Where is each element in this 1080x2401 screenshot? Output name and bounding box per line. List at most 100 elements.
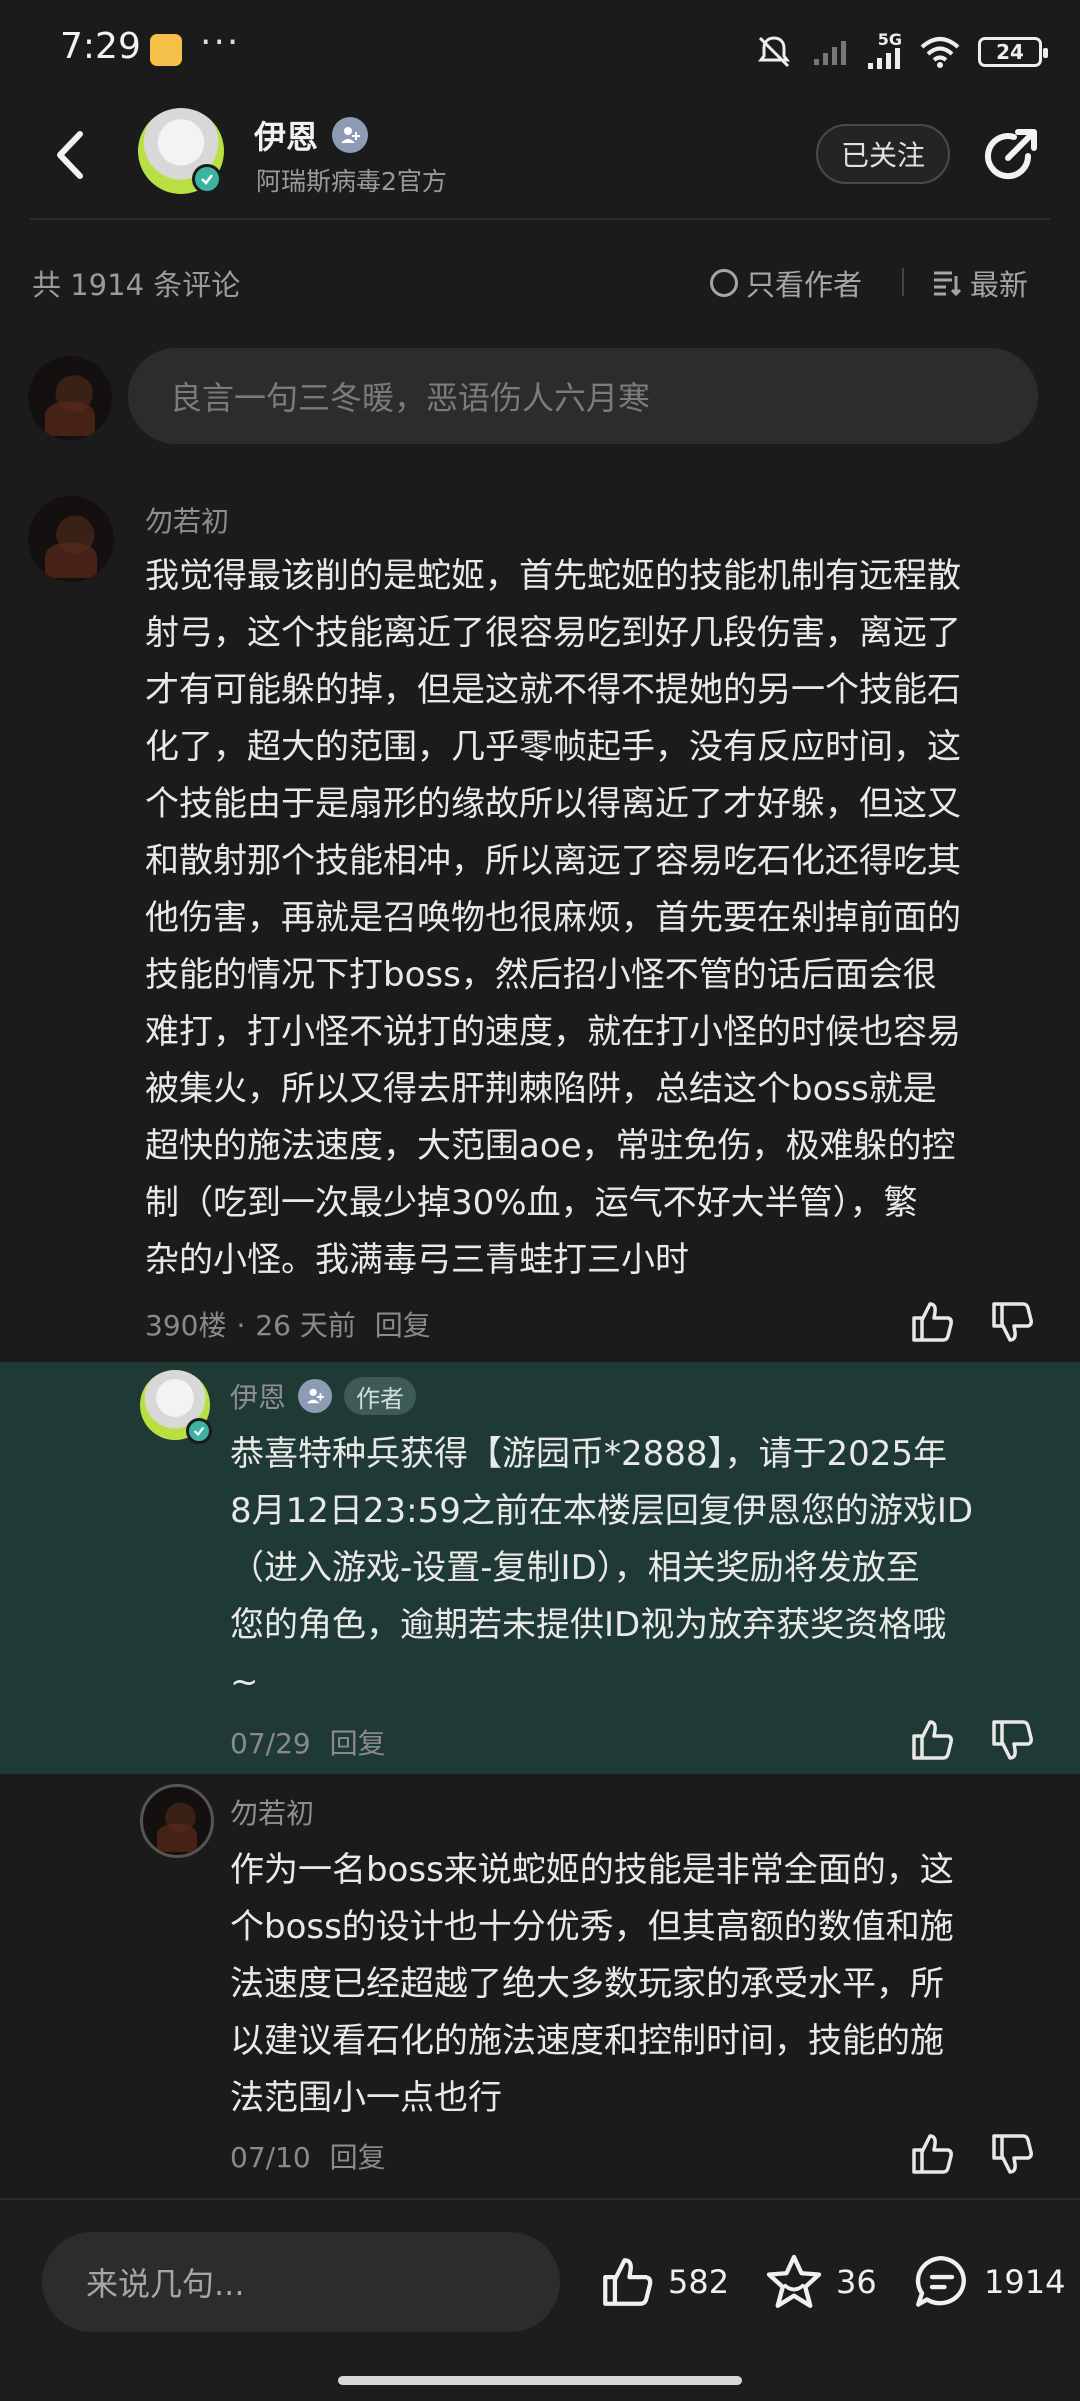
reply-dislike-button[interactable] <box>988 1716 1036 1764</box>
share-icon <box>985 129 1037 180</box>
wifi-icon <box>920 37 960 68</box>
reply2-name[interactable]: 勿若初 <box>230 1792 314 1832</box>
reply2-avatar[interactable] <box>140 1784 214 1858</box>
reply2-like-button[interactable] <box>908 2130 956 2178</box>
star-icon <box>766 2254 822 2308</box>
commenter-avatar[interactable] <box>28 496 114 582</box>
reply-verified-badge-icon <box>186 1418 212 1444</box>
reply-link[interactable]: 回复 <box>375 1309 431 1342</box>
comment-count-bottom: 1914 <box>984 2263 1066 2301</box>
more-notifications-icon: ··· <box>200 22 241 63</box>
comment-count: 共 1914 条评论 <box>32 268 241 302</box>
meta-dot: · <box>236 1309 246 1342</box>
text-line: ~ <box>230 1662 259 1702</box>
text-line: 个技能由于是扇形的缘故所以得离近了才好躲，但这又 <box>145 784 961 824</box>
reply-author-name[interactable]: 伊恩 <box>230 1376 286 1416</box>
author-subtitle: 阿瑞斯病毒2官方 <box>256 167 447 196</box>
comment-input[interactable]: 良言一句三冬暖，恶语伤人六月寒 <box>128 348 1038 444</box>
text-line: 恭喜特种兵获得【游园币*2888】，请于2025年 <box>230 1434 948 1474</box>
thumbs-up-icon <box>603 2258 653 2306</box>
thumbs-up-icon <box>912 1720 953 1760</box>
author-name: 伊恩 <box>254 118 319 156</box>
dislike-button[interactable] <box>988 1298 1036 1346</box>
text-line: （进入游戏-设置-复制ID），相关奖励将发放至 <box>230 1548 920 1588</box>
signal-5g: 5G <box>866 30 902 71</box>
bottom-comment-button[interactable]: 1914 <box>912 2250 1065 2314</box>
author-tag: 作者 <box>344 1377 417 1415</box>
bottom-like-button[interactable]: 582 <box>598 2250 729 2314</box>
back-button[interactable] <box>44 120 94 190</box>
reply-official-user-icon <box>298 1379 333 1413</box>
bottom-comment-input[interactable]: 来说几句... <box>42 2232 560 2332</box>
reply-body: 恭喜特种兵获得【游园币*2888】，请于2025年 8月12日23:59之前在本楼… <box>230 1426 1050 1711</box>
battery-level: 24 <box>996 40 1024 64</box>
signal-weak-icon <box>814 41 846 65</box>
bottom-favorite-button[interactable]: 36 <box>764 2250 877 2314</box>
text-line: 制（吃到一次最少掉30%血，运气不好大半管），繁 <box>145 1183 918 1223</box>
text-line: 作为一名boss来说蛇姬的技能是非常全面的，这 <box>230 1850 954 1890</box>
comment-floor: 390楼 <box>145 1309 227 1342</box>
commenter-name[interactable]: 勿若初 <box>145 500 229 540</box>
reply-link[interactable]: 回复 <box>330 1727 386 1760</box>
header-author: 伊恩 <box>254 112 369 158</box>
radio-unchecked-icon <box>710 269 738 297</box>
thumbs-up-icon <box>912 2134 953 2174</box>
reply-link[interactable]: 回复 <box>330 2141 386 2174</box>
share-button[interactable] <box>978 124 1042 188</box>
reply-like-button[interactable] <box>908 1716 956 1764</box>
text-line: 技能的情况下打boss，然后招小怪不管的话后面会很 <box>145 955 937 995</box>
comment-time: 26 天前 <box>255 1309 356 1342</box>
reply-header: 伊恩 作者 <box>230 1376 417 1416</box>
thumbs-down-icon <box>992 1720 1033 1760</box>
text-line: 难打，打小怪不说打的速度，就在打小怪的时候也容易 <box>145 1012 961 1052</box>
text-line: 法速度已经超越了绝大多数玩家的承受水平，所 <box>230 1964 944 2004</box>
official-user-icon <box>332 117 369 153</box>
status-icons: 5G 24 <box>754 30 1048 72</box>
like-button[interactable] <box>908 1298 956 1346</box>
home-indicator[interactable] <box>338 2376 742 2385</box>
text-line: 才有可能躲的掉，但是这就不得不提她的另一个技能石 <box>145 670 961 710</box>
follow-button[interactable]: 已关注 <box>816 124 950 184</box>
text-line: 您的角色，逾期若未提供ID视为放弃获奖资格哦 <box>230 1605 947 1645</box>
signal-icon <box>868 48 900 69</box>
comment-body: 我觉得最该削的是蛇姬，首先蛇姬的技能机制有远程散 射弓，这个技能离近了很容易吃到好… <box>145 548 1045 1289</box>
reply2-dislike-button[interactable] <box>988 2130 1036 2178</box>
filter-separator <box>902 268 904 296</box>
comment-input-placeholder: 良言一句三冬暖，恶语伤人六月寒 <box>170 379 651 417</box>
comment-meta: 390楼 · 26 天前 回复 <box>145 1304 441 1344</box>
reply2-meta: 07/10 回复 <box>230 2136 396 2176</box>
bottom-input-placeholder: 来说几句... <box>86 2265 245 2303</box>
text-line: 超快的施法速度，大范围aoe，常驻免伤，极难躲的控 <box>145 1126 956 1166</box>
chevron-left-icon <box>57 131 83 179</box>
comment-bubble-icon <box>915 2256 966 2307</box>
text-line: 被集火，所以又得去肝荆棘陷阱，总结这个boss就是 <box>145 1069 937 1109</box>
text-line: 法范围小一点也行 <box>230 2078 502 2118</box>
thumbs-down-icon <box>992 1302 1033 1342</box>
text-line: 8月12日23:59之前在本楼层回复伊恩您的游戏ID <box>230 1491 974 1531</box>
status-time: 7:29 <box>60 26 141 67</box>
text-line: 射弓，这个技能离近了很容易吃到好几段伤害，离远了 <box>145 613 961 653</box>
text-line: 化了，超大的范围，几乎零帧起手，没有反应时间，这 <box>145 727 961 767</box>
text-line: 和散射那个技能相冲，所以离远了容易吃石化还得吃其 <box>145 841 961 881</box>
like-count: 582 <box>668 2263 730 2301</box>
my-avatar <box>28 356 112 440</box>
mute-icon <box>758 36 790 68</box>
reply2-time: 07/10 <box>230 2141 311 2174</box>
sort-button[interactable]: 最新 <box>932 262 1028 304</box>
text-line: 我觉得最该削的是蛇姬，首先蛇姬的技能机制有远程散 <box>145 556 961 596</box>
battery-icon: 24 <box>978 37 1048 67</box>
only-author-label: 只看作者 <box>746 268 863 302</box>
reply-time: 07/29 <box>230 1727 311 1760</box>
sort-list-icon <box>934 271 962 297</box>
verified-badge-icon <box>192 164 222 194</box>
text-line: 杂的小怪。我满毒弓三青蛙打三小时 <box>145 1240 689 1280</box>
text-line: 个boss的设计也十分优秀，但其高额的数值和施 <box>230 1907 954 1947</box>
network-type: 5G <box>877 30 902 49</box>
notes-app-icon <box>150 34 182 66</box>
text-line: 以建议看石化的施法速度和控制时间，技能的施 <box>230 2021 944 2061</box>
reply-meta: 07/29 回复 <box>230 1722 396 1762</box>
thumbs-up-icon <box>912 1302 953 1342</box>
thumbs-down-icon <box>992 2134 1033 2174</box>
only-author-toggle[interactable]: 只看作者 <box>710 262 862 304</box>
favorite-count: 36 <box>836 2263 877 2301</box>
